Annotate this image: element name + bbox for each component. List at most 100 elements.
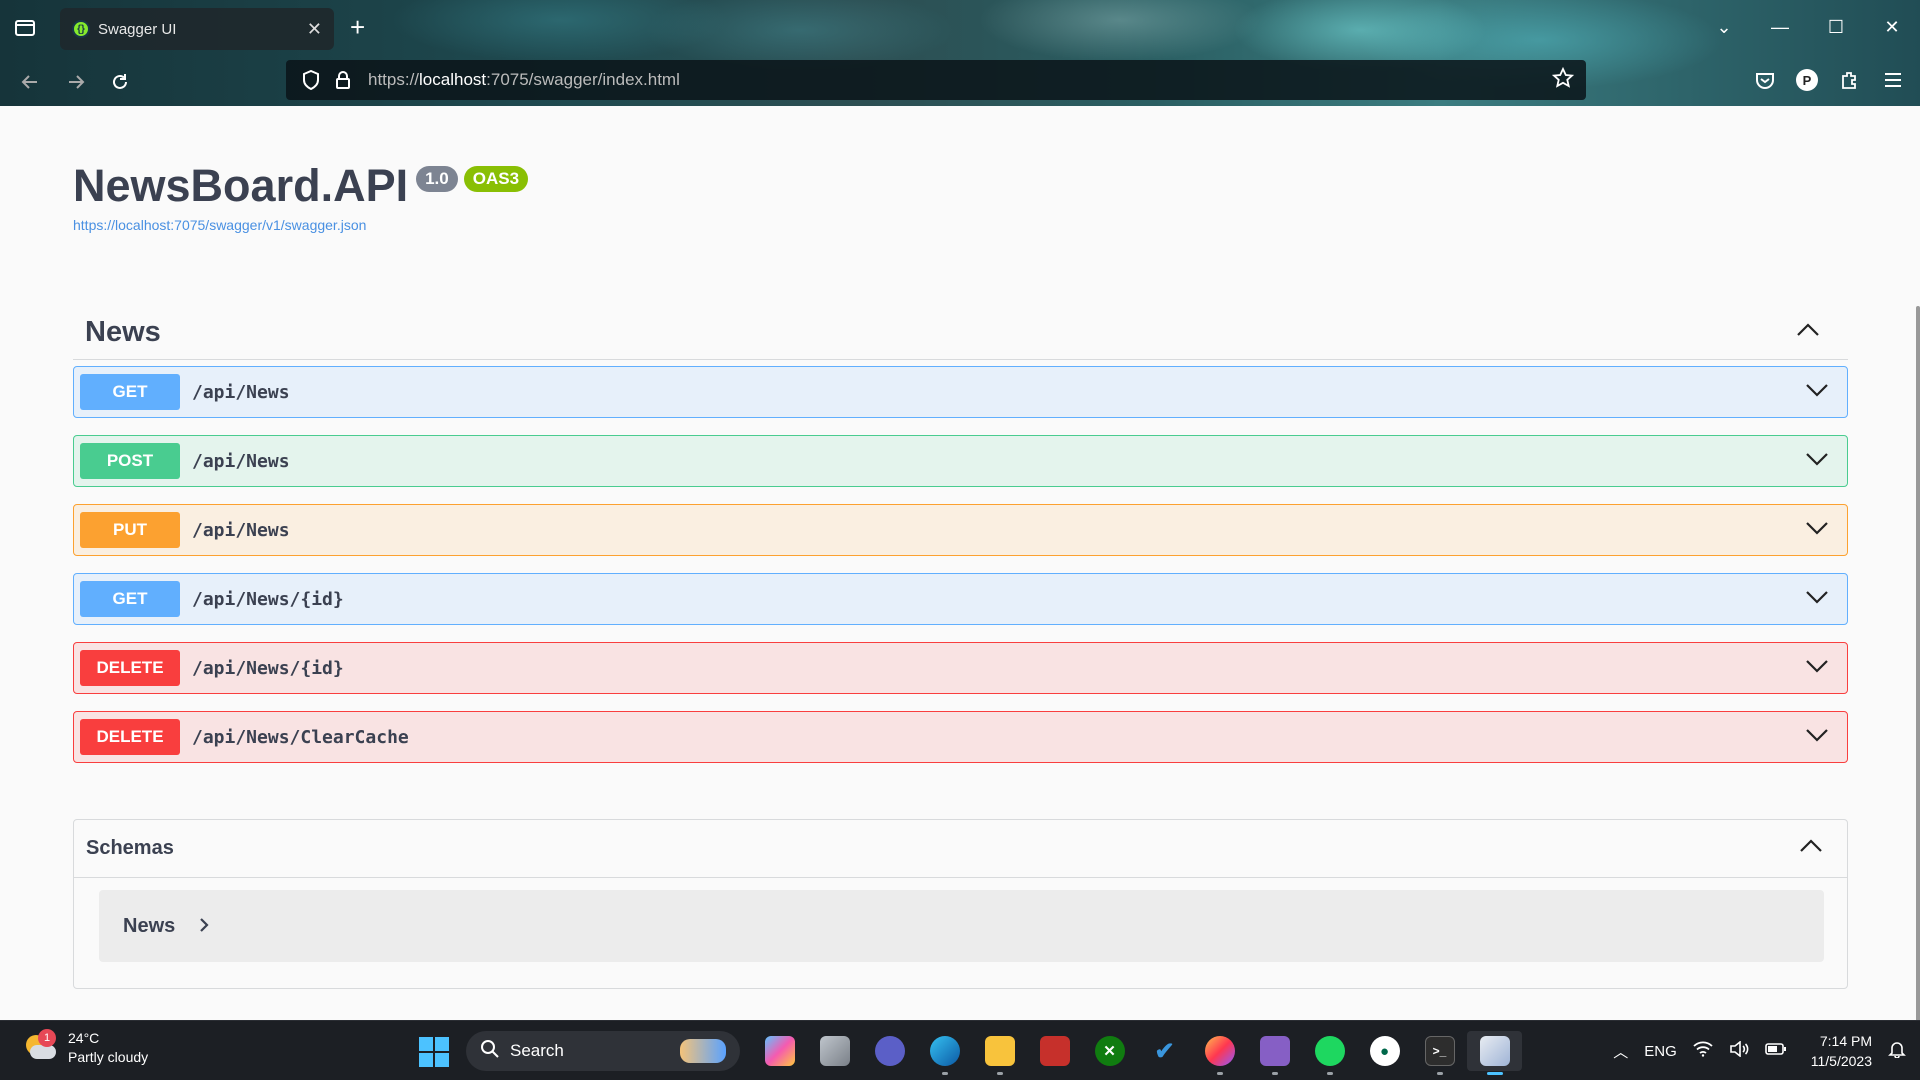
chevron-down-icon[interactable]: [1805, 383, 1829, 402]
method-badge: GET: [80, 581, 180, 617]
chevron-up-icon[interactable]: ︿: [1613, 1041, 1628, 1062]
model-name: News: [123, 914, 176, 937]
taskbar-app[interactable]: ●: [1357, 1031, 1412, 1071]
system-tray: ︿ ENG 7:14 PM 11/5/2023: [1605, 1021, 1920, 1080]
terminal-icon: >_: [1424, 1036, 1455, 1066]
operation-delete-clearcache[interactable]: DELETE /api/News/ClearCache: [73, 711, 1848, 763]
pocket-icon[interactable]: [1752, 66, 1778, 94]
chevron-down-icon[interactable]: [1805, 659, 1829, 678]
operation-path: /api/News: [192, 450, 290, 472]
operation-get-news-id[interactable]: GET /api/News/{id}: [73, 573, 1848, 625]
operation-get-news[interactable]: GET /api/News: [73, 366, 1848, 418]
taskbar-app[interactable]: ✔: [1137, 1031, 1192, 1071]
chevron-up-icon[interactable]: [1799, 839, 1823, 858]
taskbar-app[interactable]: [1247, 1031, 1302, 1075]
method-badge: PUT: [80, 512, 180, 548]
schemas-header[interactable]: Schemas: [74, 820, 1847, 878]
chevron-right-icon[interactable]: [199, 913, 209, 939]
firefox-icon: [1204, 1036, 1235, 1066]
tab-title: Swagger UI: [98, 20, 177, 38]
extensions-icon[interactable]: [1836, 66, 1862, 94]
chevron-down-icon[interactable]: [1805, 452, 1829, 471]
api-title: NewsBoard.API: [73, 160, 409, 211]
close-window-button[interactable]: ✕: [1864, 17, 1920, 38]
chevron-down-icon[interactable]: [1805, 590, 1829, 609]
taskbar-app[interactable]: [752, 1031, 807, 1071]
operation-path: /api/News/{id}: [192, 657, 344, 679]
taskbar-app[interactable]: [862, 1031, 917, 1071]
browser-chrome: {} Swagger UI ✕ + ⌄ — ☐ ✕ https://localh…: [0, 0, 1920, 106]
wifi-icon[interactable]: [1693, 1041, 1713, 1061]
forward-arrow-icon[interactable]: [62, 68, 90, 96]
task-view-icon: [819, 1036, 850, 1066]
swagger-favicon-icon: {}: [72, 20, 90, 38]
taskbar-app[interactable]: [1302, 1031, 1357, 1075]
page-scrollbar[interactable]: [1916, 306, 1920, 1080]
operation-path: /api/News: [192, 519, 290, 541]
method-badge: GET: [80, 374, 180, 410]
notification-badge: 1: [38, 1029, 56, 1047]
taskbar-app[interactable]: [1192, 1031, 1247, 1075]
operation-path: /api/News/ClearCache: [192, 726, 409, 748]
notifications-icon[interactable]: [1888, 1040, 1906, 1062]
version-badge: 1.0: [416, 166, 458, 192]
language-indicator[interactable]: ENG: [1644, 1043, 1677, 1060]
search-label: Search: [510, 1041, 564, 1060]
operation-delete-news-id[interactable]: DELETE /api/News/{id}: [73, 642, 1848, 694]
schemas-title: Schemas: [86, 837, 174, 859]
operation-post-news[interactable]: POST /api/News: [73, 435, 1848, 487]
url-host: localhost: [419, 70, 487, 89]
xbox-icon: ✕: [1094, 1036, 1125, 1066]
back-arrow-icon[interactable]: [16, 68, 44, 96]
chevron-up-icon[interactable]: [1796, 323, 1820, 342]
tab-close-icon[interactable]: ✕: [307, 19, 322, 40]
menu-icon[interactable]: [1880, 66, 1906, 94]
method-badge: DELETE: [80, 650, 180, 686]
taskbar-app[interactable]: [917, 1031, 972, 1075]
chevron-down-icon[interactable]: [1805, 728, 1829, 747]
bookmark-star-icon[interactable]: [1551, 66, 1575, 94]
taskbar-app[interactable]: >_: [1412, 1031, 1467, 1075]
partly-cloudy-icon: 1: [22, 1029, 56, 1063]
address-bar[interactable]: https://localhost:7075/swagger/index.htm…: [286, 60, 1586, 100]
lock-icon[interactable]: [330, 67, 356, 93]
tag-header-news[interactable]: News: [73, 306, 1848, 360]
tab-list-icon[interactable]: [12, 14, 38, 40]
oas-badge: OAS3: [463, 166, 529, 192]
taskbar-app[interactable]: [1027, 1031, 1082, 1071]
battery-icon[interactable]: [1764, 1042, 1787, 1060]
shield-icon[interactable]: [298, 67, 324, 93]
teams-chat-icon: [874, 1036, 905, 1066]
chevron-down-icon[interactable]: [1805, 521, 1829, 540]
model-news[interactable]: News: [99, 890, 1824, 962]
file-explorer-icon: [984, 1036, 1015, 1066]
tab-swagger-ui[interactable]: {} Swagger UI ✕: [60, 8, 334, 50]
volume-icon[interactable]: [1729, 1040, 1749, 1061]
edge-icon: [929, 1036, 960, 1066]
operation-path: /api/News/{id}: [192, 588, 344, 610]
search-icon: [480, 1039, 500, 1064]
weather-temp: 24°C: [68, 1030, 100, 1046]
snipping-tool-icon: [1479, 1036, 1510, 1066]
taskbar-search[interactable]: Search: [466, 1031, 740, 1071]
taskbar-app[interactable]: [807, 1031, 862, 1071]
tab-bar: {} Swagger UI ✕ + ⌄ — ☐ ✕: [0, 0, 1920, 54]
account-avatar[interactable]: P: [1796, 69, 1818, 91]
windows-start-icon[interactable]: [419, 1037, 449, 1067]
reload-icon[interactable]: [106, 68, 134, 96]
new-tab-button[interactable]: +: [350, 12, 365, 42]
url-text[interactable]: https://localhost:7075/swagger/index.htm…: [368, 70, 680, 90]
tab-overflow-icon[interactable]: ⌄: [1696, 17, 1752, 38]
weather-widget[interactable]: 1 24°C Partly cloudy: [22, 1029, 148, 1067]
maximize-button[interactable]: ☐: [1808, 17, 1864, 38]
swagger-json-link[interactable]: https://localhost:7075/swagger/v1/swagge…: [73, 217, 366, 233]
clock-date: 11/5/2023: [1810, 1053, 1872, 1069]
minimize-button[interactable]: —: [1752, 17, 1808, 38]
method-badge: POST: [80, 443, 180, 479]
windows-taskbar: 1 24°C Partly cloudy Search ✕ ✔ ● >_ ︿ E…: [0, 1020, 1920, 1080]
taskbar-app[interactable]: [972, 1031, 1027, 1075]
taskbar-app-active[interactable]: [1467, 1031, 1522, 1075]
taskbar-app[interactable]: ✕: [1082, 1031, 1137, 1071]
clock[interactable]: 7:14 PM 11/5/2023: [1811, 1031, 1872, 1071]
operation-put-news[interactable]: PUT /api/News: [73, 504, 1848, 556]
